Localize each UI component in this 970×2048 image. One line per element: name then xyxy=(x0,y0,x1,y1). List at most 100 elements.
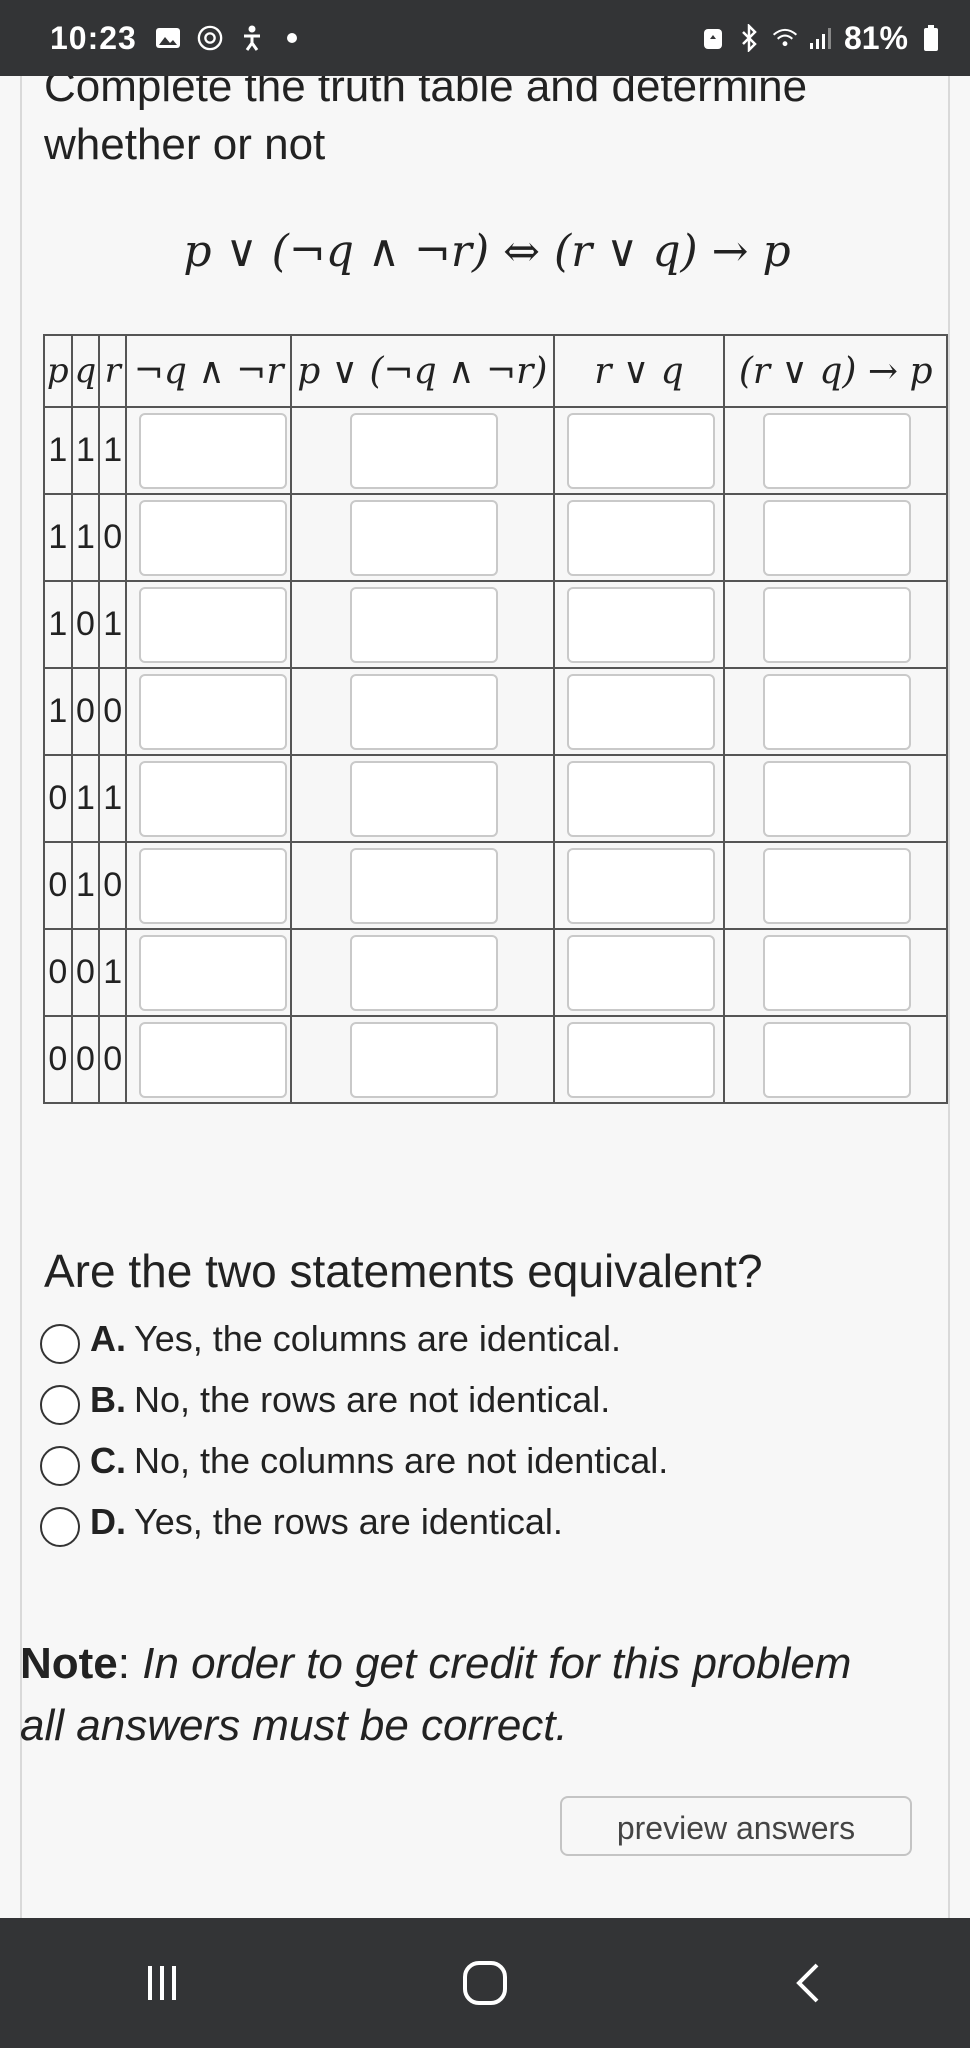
recent-apps-icon[interactable] xyxy=(117,1938,207,2028)
table-row: 1 0 0 xyxy=(43,667,948,756)
option-letter: D. xyxy=(90,1500,126,1542)
table-row: 0 0 0 xyxy=(43,1015,948,1104)
answer-input[interactable] xyxy=(763,847,912,924)
answer-input[interactable] xyxy=(566,847,715,924)
cell-q: 0 xyxy=(70,667,101,756)
answer-cell xyxy=(723,580,948,669)
answer-cell xyxy=(723,754,948,843)
answer-input[interactable] xyxy=(763,760,912,837)
answer-options: A. Yes, the columns are identical. B. No… xyxy=(40,1308,668,1552)
answer-cell xyxy=(552,841,726,930)
note-text: In order to get credit for this problem … xyxy=(20,1639,852,1750)
answer-input[interactable] xyxy=(350,1021,499,1098)
answer-input[interactable] xyxy=(763,586,912,663)
answer-cell xyxy=(290,928,555,1017)
answer-cell xyxy=(552,754,726,843)
cell-p: 0 xyxy=(43,1015,73,1104)
answer-cell xyxy=(552,580,726,669)
option-c[interactable]: C. No, the columns are not identical. xyxy=(40,1430,668,1491)
radio-button[interactable] xyxy=(40,1384,80,1425)
answer-input[interactable] xyxy=(350,412,499,489)
radio-button[interactable] xyxy=(40,1506,80,1547)
cell-r: 0 xyxy=(98,667,128,756)
cell-r: 1 xyxy=(98,928,128,1017)
answer-cell xyxy=(125,1015,293,1104)
answer-input[interactable] xyxy=(139,586,288,663)
table-header-row: p q r ¬q ∧ ¬r p ∨ (¬q ∧ ¬r) r ∨ q (r ∨ q… xyxy=(43,334,948,408)
wifi-icon xyxy=(772,25,798,51)
cell-r: 0 xyxy=(98,1015,128,1104)
cell-p: 0 xyxy=(43,754,73,843)
answer-input[interactable] xyxy=(139,1021,288,1098)
cell-q: 0 xyxy=(70,1015,101,1104)
answer-input[interactable] xyxy=(350,934,499,1011)
answer-cell xyxy=(290,1015,555,1104)
battery-saver-icon xyxy=(700,25,726,51)
option-letter: A. xyxy=(90,1317,126,1359)
answer-cell xyxy=(290,754,555,843)
option-a[interactable]: A. Yes, the columns are identical. xyxy=(40,1308,668,1369)
answer-cell xyxy=(125,493,293,582)
cell-p: 1 xyxy=(43,667,73,756)
answer-input[interactable] xyxy=(763,934,912,1011)
answer-input[interactable] xyxy=(139,934,288,1011)
answer-input[interactable] xyxy=(350,499,499,576)
table-row: 0 1 0 xyxy=(43,841,948,930)
preview-answers-button[interactable]: preview answers xyxy=(560,1796,912,1856)
truth-table: p q r ¬q ∧ ¬r p ∨ (¬q ∧ ¬r) r ∨ q (r ∨ q… xyxy=(43,334,948,1104)
answer-input[interactable] xyxy=(350,673,499,750)
answer-cell xyxy=(723,1015,948,1104)
answer-input[interactable] xyxy=(139,412,288,489)
answer-input[interactable] xyxy=(566,412,715,489)
answer-input[interactable] xyxy=(763,673,912,750)
answer-cell xyxy=(552,406,726,495)
answer-input[interactable] xyxy=(139,673,288,750)
answer-cell xyxy=(125,928,293,1017)
cell-p: 1 xyxy=(43,493,73,582)
answer-cell xyxy=(290,406,555,495)
cell-p: 0 xyxy=(43,928,73,1017)
accessibility-icon xyxy=(239,25,265,51)
answer-input[interactable] xyxy=(566,1021,715,1098)
column-header-r-or-q: r ∨ q xyxy=(552,334,726,408)
answer-input[interactable] xyxy=(763,1021,912,1098)
answer-input[interactable] xyxy=(350,586,499,663)
answer-input[interactable] xyxy=(350,760,499,837)
answer-input[interactable] xyxy=(350,847,499,924)
answer-cell xyxy=(290,841,555,930)
status-bar: 10:23 81% xyxy=(0,0,970,76)
cell-p: 1 xyxy=(43,580,73,669)
equivalence-question: Are the two statements equivalent? xyxy=(44,1245,763,1297)
answer-input[interactable] xyxy=(566,586,715,663)
option-letter: C. xyxy=(90,1439,126,1481)
answer-cell xyxy=(723,406,948,495)
answer-input[interactable] xyxy=(566,673,715,750)
answer-cell xyxy=(723,841,948,930)
answer-input[interactable] xyxy=(139,760,288,837)
answer-cell xyxy=(723,493,948,582)
answer-input[interactable] xyxy=(566,760,715,837)
answer-cell xyxy=(723,667,948,756)
option-d[interactable]: D. Yes, the rows are identical. xyxy=(40,1491,668,1552)
answer-input[interactable] xyxy=(139,847,288,924)
answer-input[interactable] xyxy=(566,934,715,1011)
clock: 10:23 xyxy=(50,19,137,56)
gallery-icon xyxy=(155,25,181,51)
radio-button[interactable] xyxy=(40,1445,80,1486)
cell-p: 0 xyxy=(43,841,73,930)
home-icon[interactable] xyxy=(440,1938,530,2028)
option-b[interactable]: B. No, the rows are not identical. xyxy=(40,1369,668,1430)
answer-input[interactable] xyxy=(763,412,912,489)
answer-input[interactable] xyxy=(139,499,288,576)
credit-note: Note: In order to get credit for this pr… xyxy=(20,1639,852,1750)
radio-button[interactable] xyxy=(40,1323,80,1364)
at-icon xyxy=(197,25,223,51)
column-header-p: p xyxy=(43,334,73,408)
option-text: Yes, the rows are identical. xyxy=(134,1500,563,1542)
notification-dot xyxy=(286,33,297,43)
battery-percent: 81% xyxy=(843,19,908,56)
answer-input[interactable] xyxy=(763,499,912,576)
column-header-implication: (r ∨ q) → p xyxy=(723,334,948,408)
answer-input[interactable] xyxy=(566,499,715,576)
back-icon[interactable] xyxy=(763,1938,853,2028)
